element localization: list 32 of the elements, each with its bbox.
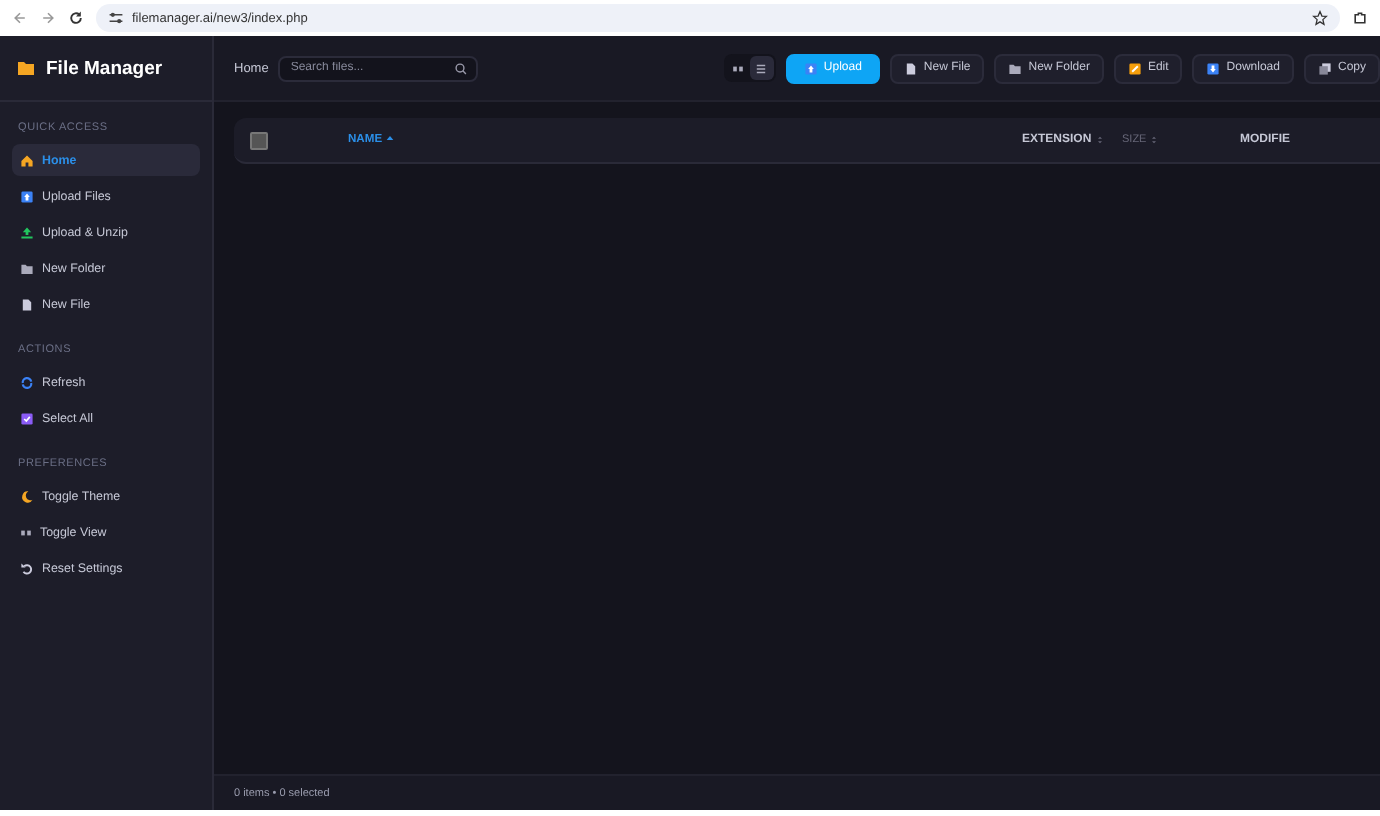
list-icon	[754, 61, 769, 75]
select-all-checkbox[interactable]	[250, 131, 268, 149]
sort-up-icon	[386, 134, 395, 146]
grid-icon	[731, 63, 744, 73]
file-icon	[903, 61, 918, 75]
upload-icon	[20, 189, 34, 203]
reset-icon	[20, 561, 34, 575]
folder-icon	[16, 58, 36, 78]
grid-icon	[20, 527, 32, 537]
refresh-icon	[20, 375, 34, 389]
download-tray-icon	[20, 225, 34, 239]
forward-icon[interactable]	[40, 10, 56, 26]
home-icon	[20, 153, 34, 167]
file-icon	[20, 297, 34, 311]
search-icon	[454, 61, 469, 75]
site-settings-icon[interactable]	[108, 10, 124, 26]
back-icon[interactable]	[12, 10, 28, 26]
sort-icon	[1150, 134, 1159, 146]
checkbox-icon	[20, 411, 34, 425]
pencil-icon	[1127, 61, 1142, 75]
moon-icon	[20, 489, 34, 503]
upload-icon	[803, 61, 818, 75]
star-icon[interactable]	[1312, 10, 1328, 26]
reload-icon[interactable]	[68, 10, 84, 26]
app-title: File Manager	[46, 57, 163, 79]
folder-icon	[1008, 61, 1023, 75]
folder-icon	[20, 261, 34, 275]
view-button[interactable]	[749, 56, 774, 80]
download-icon	[1206, 61, 1221, 75]
sort-icon	[1095, 134, 1104, 146]
extensions-icon[interactable]	[1352, 10, 1368, 26]
copy-icon	[1317, 61, 1332, 75]
